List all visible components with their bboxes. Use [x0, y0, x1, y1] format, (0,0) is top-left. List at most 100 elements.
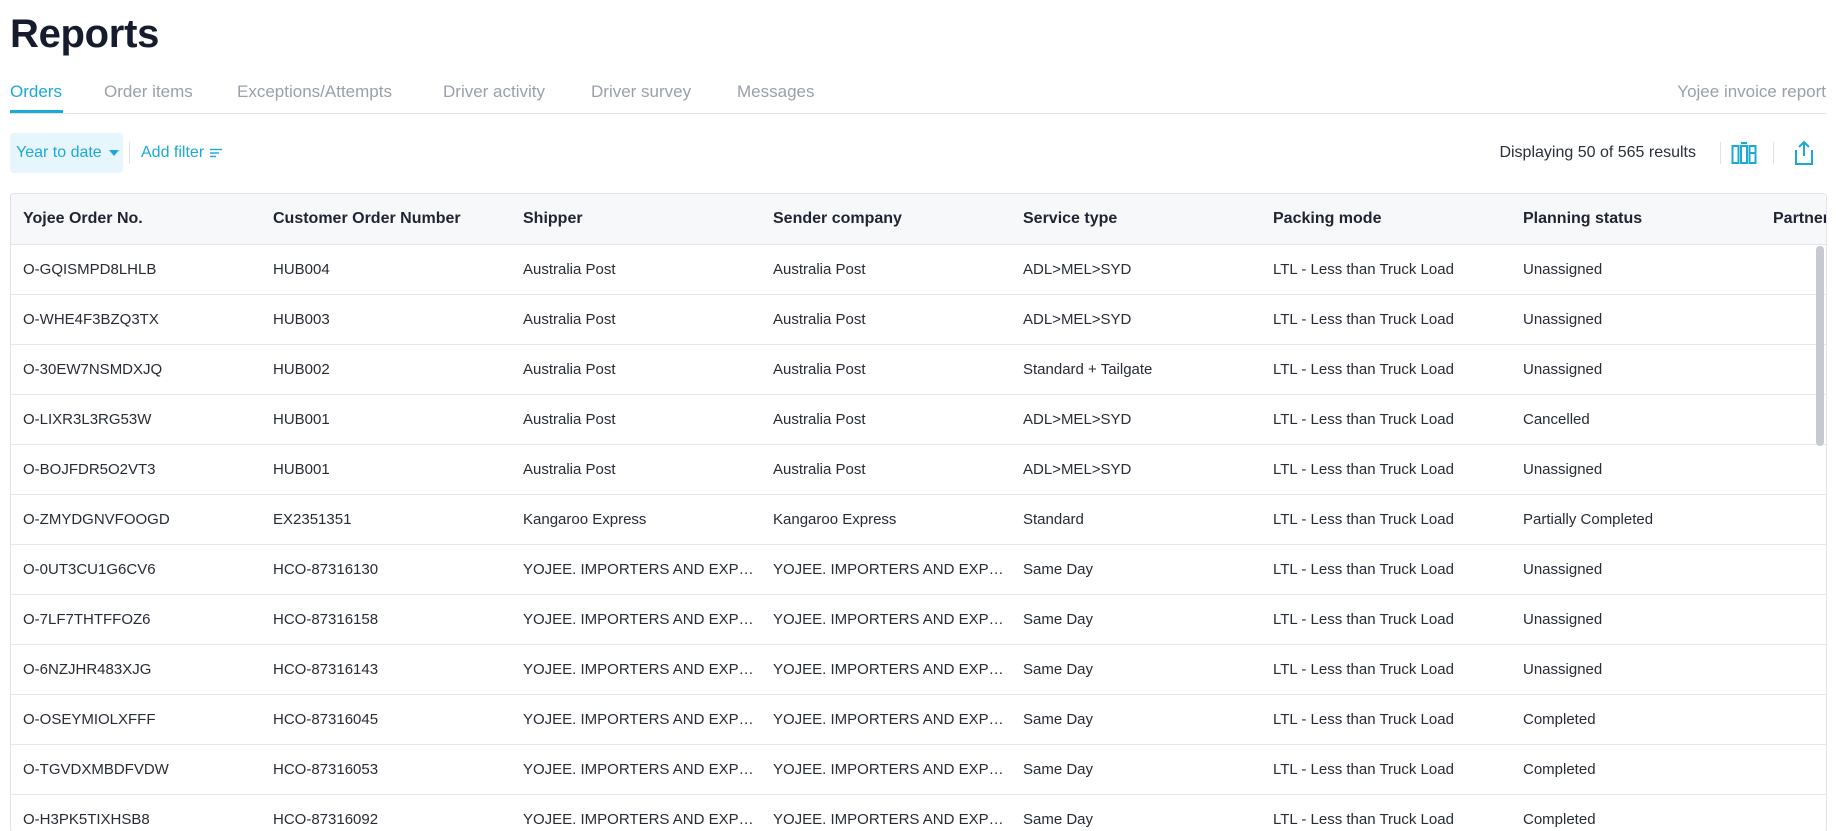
table-cell: O-0UT3CU1G6CV6	[11, 544, 261, 595]
table-cell: Kangaroo Express	[761, 494, 1011, 545]
table-cell: YOJEE. IMPORTERS AND EXPORTERS	[761, 594, 1011, 645]
divider	[129, 142, 130, 164]
table-cell: Unassigned	[1511, 444, 1761, 495]
table-cell: ADL>MEL>SYD	[1011, 444, 1261, 495]
table-cell: LTL - Less than Truck Load	[1261, 294, 1511, 345]
table-cell: Same Day	[1011, 594, 1261, 645]
table-cell: YOJEE. IMPORTERS AND EXPORTERS	[511, 694, 761, 745]
active-tab-indicator	[10, 110, 63, 113]
column-header[interactable]: Service type	[1011, 194, 1261, 245]
tab-order-items[interactable]: Order items	[104, 82, 193, 102]
table-cell: EX2351351	[261, 494, 511, 545]
filter-bar: Year to date Add filter Displaying 50 of…	[10, 133, 1826, 173]
table-cell: O-H3PK5TIXHSB8	[11, 794, 261, 831]
divider	[1773, 142, 1774, 164]
column-header[interactable]: Packing mode	[1261, 194, 1511, 245]
table-cell: O-OSEYMIOLXFFF	[11, 694, 261, 745]
table-cell	[1761, 744, 1826, 795]
column-header[interactable]: Planning status	[1511, 194, 1761, 245]
table-cell	[1761, 694, 1826, 745]
tab-driver-survey[interactable]: Driver survey	[591, 82, 691, 102]
date-range-label: Year to date	[16, 144, 102, 161]
table-cell: Australia Post	[761, 394, 1011, 445]
table-row[interactable]: O-BOJFDR5O2VT3 HUB001 Australia Post Austra…	[11, 444, 1826, 495]
tab-exceptions-attempts[interactable]: Exceptions/Attempts	[237, 82, 392, 102]
table-cell: O-BOJFDR5O2VT3	[11, 444, 261, 495]
column-header[interactable]: Partner	[1761, 194, 1826, 245]
table-cell: Kangaroo Express	[511, 494, 761, 545]
table-cell: Australia Post	[761, 294, 1011, 345]
table-row[interactable]: O-30EW7NSMDXJQ HUB002 Australia Post Austra…	[11, 344, 1826, 395]
chevron-down-icon	[108, 150, 119, 156]
report-tabs: Orders Order items Exceptions/Attempts D…	[10, 80, 1826, 114]
add-filter-label: Add filter	[141, 144, 205, 161]
table-cell: HCO-87316045	[261, 694, 511, 745]
tab-driver-activity[interactable]: Driver activity	[443, 82, 545, 102]
table-cell: HCO-87316143	[261, 644, 511, 695]
table-cell: Australia Post	[511, 444, 761, 495]
table-cell: Completed	[1511, 744, 1761, 795]
results-count: Displaying 50 of 565 results	[1499, 144, 1696, 161]
table-row[interactable]: O-H3PK5TIXHSB8 HCO-87316092 YOJEE. IMPORTE…	[11, 794, 1826, 831]
table-cell: Unassigned	[1511, 244, 1761, 295]
add-filter-button[interactable]: Add filter	[141, 133, 223, 173]
table-cell: HUB001	[261, 444, 511, 495]
table-cell: Australia Post	[511, 294, 761, 345]
table-cell: LTL - Less than Truck Load	[1261, 744, 1511, 795]
table-cell: ADL>MEL>SYD	[1011, 294, 1261, 345]
table-row[interactable]: O-7LF7THTFFOZ6 HCO-87316158 YOJEE. IMPORTE…	[11, 594, 1826, 645]
table-row[interactable]: O-LIXR3L3RG53W HUB001 Australia Post Austra…	[11, 394, 1826, 445]
table-cell: Standard	[1011, 494, 1261, 545]
table-cell: LTL - Less than Truck Load	[1261, 344, 1511, 395]
table-cell: Completed	[1511, 694, 1761, 745]
table-cell: O-30EW7NSMDXJQ	[11, 344, 261, 395]
table-row[interactable]: O-TGVDXMBDFVDW HCO-87316053 YOJEE. IMPORTE…	[11, 744, 1826, 795]
table-row[interactable]: O-OSEYMIOLXFFF HCO-87316045 YOJEE. IMPORTE…	[11, 694, 1826, 745]
column-header[interactable]: Shipper	[511, 194, 761, 245]
table-row[interactable]: O-WHE4F3BZQ3TX HUB003 Australia Post Austra…	[11, 294, 1826, 345]
table-cell: LTL - Less than Truck Load	[1261, 794, 1511, 831]
table-header-row: Yojee Order No. Customer Order Number Sh…	[11, 194, 1826, 245]
table-cell: LTL - Less than Truck Load	[1261, 444, 1511, 495]
table-cell: Same Day	[1011, 544, 1261, 595]
vertical-scrollbar[interactable]	[1816, 246, 1824, 446]
table-cell: LTL - Less than Truck Load	[1261, 594, 1511, 645]
date-range-dropdown[interactable]: Year to date	[10, 133, 123, 173]
table-cell: YOJEE. IMPORTERS AND EXPORTERS	[761, 694, 1011, 745]
table-cell: Unassigned	[1511, 294, 1761, 345]
table-cell: O-WHE4F3BZQ3TX	[11, 294, 261, 345]
column-header[interactable]: Yojee Order No.	[11, 194, 261, 245]
table-row[interactable]: O-6NZJHR483XJG HCO-87316143 YOJEE. IMPORTE…	[11, 644, 1826, 695]
table-cell: YOJEE. IMPORTERS AND EXPORTERS	[511, 744, 761, 795]
tab-messages[interactable]: Messages	[737, 82, 814, 102]
tab-yojee-invoice-report[interactable]: Yojee invoice report	[1677, 82, 1826, 102]
table-cell: HCO-87316053	[261, 744, 511, 795]
table-cell: Australia Post	[761, 444, 1011, 495]
tab-orders[interactable]: Orders	[10, 82, 62, 102]
table-cell: Australia Post	[511, 394, 761, 445]
table-cell: O-TGVDXMBDFVDW	[11, 744, 261, 795]
table-cell: Unassigned	[1511, 644, 1761, 695]
table-cell: YOJEE. IMPORTERS AND EXPORTERS	[511, 644, 761, 695]
page-title: Reports	[10, 12, 160, 56]
table-cell: Partially Completed	[1511, 494, 1761, 545]
table-cell: LTL - Less than Truck Load	[1261, 644, 1511, 695]
table-cell: O-ZMYDGNVFOOGD	[11, 494, 261, 545]
table-cell: YOJEE. IMPORTERS AND EXPORTERS	[511, 594, 761, 645]
column-header[interactable]: Sender company	[761, 194, 1011, 245]
table-cell: O-GQISMPD8LHLB	[11, 244, 261, 295]
table-cell: Unassigned	[1511, 594, 1761, 645]
table-cell: HCO-87316158	[261, 594, 511, 645]
columns-icon[interactable]	[1728, 137, 1760, 169]
table-cell: HUB004	[261, 244, 511, 295]
table-cell: O-LIXR3L3RG53W	[11, 394, 261, 445]
table-row[interactable]: O-0UT3CU1G6CV6 HCO-87316130 YOJEE. IMPORTE…	[11, 544, 1826, 595]
table-cell	[1761, 794, 1826, 831]
column-header[interactable]: Customer Order Number	[261, 194, 511, 245]
table-cell: Standard + Tailgate	[1011, 344, 1261, 395]
table-row[interactable]: O-ZMYDGNVFOOGD EX2351351 Kangaroo Express K…	[11, 494, 1826, 545]
table-cell	[1761, 644, 1826, 695]
table-cell	[1761, 444, 1826, 495]
export-icon[interactable]	[1788, 137, 1820, 169]
table-row[interactable]: O-GQISMPD8LHLB HUB004 Australia Post Austra…	[11, 244, 1826, 295]
